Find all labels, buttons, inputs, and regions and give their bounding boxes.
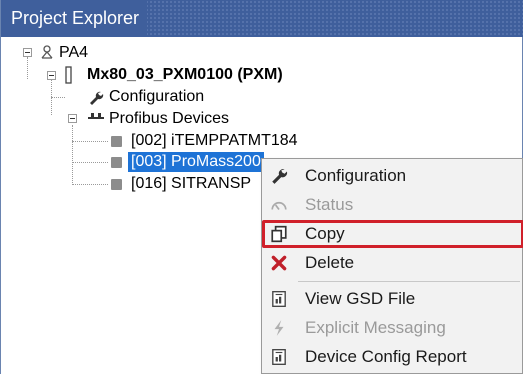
tree-node-child[interactable]: [002] iTEMPPATMT184 (131, 131, 298, 151)
tree-line (72, 141, 108, 142)
device-square-icon (111, 136, 122, 147)
gauge-icon (271, 201, 287, 211)
menu-item-delete[interactable]: Delete (262, 249, 522, 277)
menu-item-label: Explicit Messaging (305, 318, 446, 337)
document-icon (272, 291, 286, 307)
tree-node-child-selected[interactable]: [003] ProMass200 (128, 152, 264, 172)
tree-node-root[interactable]: PA4 (59, 43, 88, 63)
lightning-icon (274, 320, 284, 336)
device-square-icon (111, 157, 122, 168)
wrench-icon (90, 91, 104, 105)
panel-title: Project Explorer (1, 0, 148, 37)
context-menu: Configuration Status Copy Delete View GS… (261, 158, 523, 374)
collapse-toggle[interactable] (47, 71, 56, 80)
report-icon (272, 349, 286, 365)
menu-item-status: Status (262, 191, 522, 219)
tree-line (27, 57, 28, 79)
copy-highlight-box (262, 220, 523, 248)
tree-node-device[interactable]: Mx80_03_PXM0100 (PXM) (87, 65, 283, 85)
menu-item-label: Delete (305, 253, 355, 272)
menu-item-label: Device Config Report (305, 347, 467, 366)
menu-item-view-gsd[interactable]: View GSD File (262, 285, 522, 313)
tree-node-profibus[interactable]: Profibus Devices (109, 109, 229, 129)
wrench-icon (272, 169, 288, 184)
collapse-toggle[interactable] (23, 48, 32, 57)
menu-item-explicit-messaging: Explicit Messaging (262, 314, 522, 342)
tree-line (51, 97, 65, 98)
menu-item-label: View GSD File (305, 289, 416, 308)
tree-line (72, 184, 108, 185)
tree-node-configuration[interactable]: Configuration (109, 87, 204, 107)
menu-separator (298, 281, 520, 282)
tree-line (72, 125, 73, 185)
collapse-toggle[interactable] (68, 114, 77, 123)
network-icon (41, 45, 53, 59)
tree-line (72, 162, 108, 163)
delete-x-icon (271, 255, 287, 271)
device-icon (65, 66, 72, 84)
bus-icon (88, 113, 104, 119)
menu-item-label: Configuration (305, 166, 407, 185)
menu-item-configuration[interactable]: Configuration (262, 162, 522, 190)
menu-item-device-config-report[interactable]: Device Config Report (262, 343, 522, 371)
panel-title-bar[interactable]: Project Explorer (1, 0, 523, 37)
device-square-icon (111, 179, 122, 190)
menu-item-copy[interactable]: Copy (262, 220, 523, 248)
menu-item-label: Status (305, 195, 354, 214)
tree-node-child[interactable]: [016] SITRANSP (131, 174, 251, 194)
